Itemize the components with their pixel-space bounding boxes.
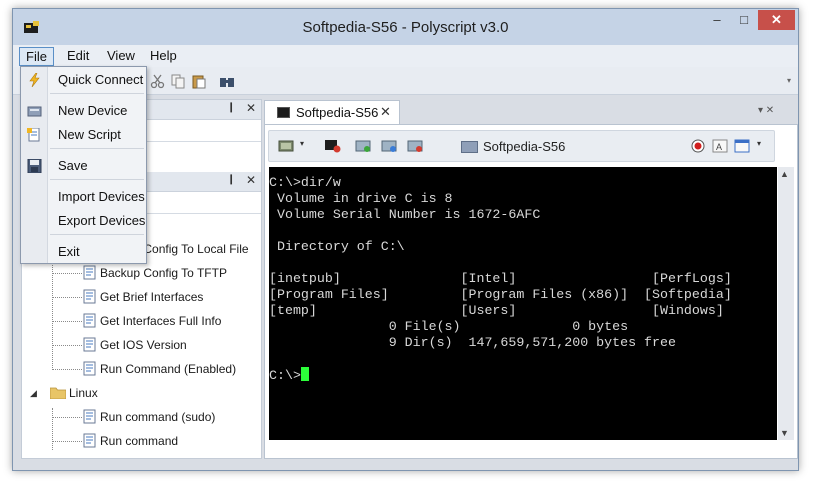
new-script-icon — [27, 128, 40, 142]
lightning-icon — [29, 73, 40, 87]
record-icon[interactable] — [690, 139, 707, 153]
tab-softpedia-s56[interactable]: Softpedia-S56 ✕ — [264, 100, 400, 124]
menu-help[interactable]: Help — [144, 47, 183, 66]
tree-item-brief-interfaces[interactable]: Get Brief Interfaces — [83, 288, 261, 306]
menu-file[interactable]: File — [19, 47, 54, 66]
layout-dropdown-icon[interactable]: ▾ — [757, 139, 761, 148]
menu-item-exit[interactable]: Exit — [21, 241, 146, 263]
script-icon — [83, 361, 96, 376]
session-selector[interactable]: Softpedia-S56 — [459, 137, 667, 157]
terminal-scrollbar[interactable]: ▲ ▼ — [778, 167, 794, 440]
tree-item-ios-version[interactable]: Get IOS Version — [83, 336, 261, 354]
script-icon — [83, 433, 96, 448]
minimize-button[interactable]: – — [704, 10, 730, 30]
connect-dropdown-icon[interactable]: ▾ — [300, 139, 304, 148]
font-icon[interactable]: A — [712, 139, 729, 153]
menu-item-quick-connect[interactable]: Quick Connect — [21, 69, 146, 91]
close-panel-icon[interactable]: ✕ — [246, 173, 256, 187]
terminal-output[interactable]: C:\>dir/w Volume in drive C is 8 Volume … — [269, 167, 777, 440]
terminal-icon — [277, 107, 290, 118]
stop-script-icon[interactable] — [407, 139, 424, 153]
menu-item-new-device[interactable]: New Device — [21, 100, 146, 122]
connect-icon[interactable] — [278, 139, 295, 153]
menu-item-export-devices[interactable]: Export Devices — [21, 210, 146, 232]
menu-item-save[interactable]: Save — [21, 155, 146, 177]
script-icon — [83, 289, 96, 304]
pause-script-icon[interactable] — [381, 139, 398, 153]
tree-item-backup-tftp[interactable]: Backup Config To TFTP — [83, 264, 261, 282]
tree-item-run-command[interactable]: Run command — [83, 432, 261, 450]
menu-item-new-script[interactable]: New Script — [21, 124, 146, 146]
layout-icon[interactable] — [734, 139, 751, 153]
title-bar[interactable]: Softpedia-S56 - Polyscript v3.0 – □ ✕ — [13, 9, 798, 45]
collapse-arrow-icon[interactable]: ◢ — [30, 384, 37, 402]
close-tab-icon[interactable]: ✕ — [380, 104, 391, 120]
script-icon — [83, 313, 96, 328]
scroll-up-icon[interactable]: ▲ — [780, 169, 789, 179]
run-script-icon[interactable] — [355, 139, 372, 153]
tab-list-icon[interactable]: ▾ ✕ — [758, 105, 774, 116]
folder-icon — [50, 387, 66, 399]
copy-icon[interactable] — [170, 73, 186, 89]
document-tab-strip: Softpedia-S56 ✕ ▾ ✕ — [264, 100, 798, 124]
close-panel-icon[interactable]: ✕ — [246, 101, 256, 115]
tree-item-interfaces-full[interactable]: Get Interfaces Full Info — [83, 312, 261, 330]
script-icon — [83, 265, 96, 280]
terminal-prompt: C:\> — [269, 368, 301, 383]
script-icon — [83, 409, 96, 424]
svg-text:A: A — [716, 142, 722, 152]
cut-icon[interactable] — [150, 73, 166, 89]
tree-folder-linux[interactable]: ◢ Linux — [30, 384, 230, 402]
terminal-cursor — [300, 367, 309, 381]
menu-edit[interactable]: Edit — [61, 47, 95, 66]
maximize-button[interactable]: □ — [731, 10, 757, 30]
disconnect-icon[interactable] — [324, 139, 341, 153]
session-toolbar: ▾ Softpedia-S56 A ▾ — [268, 130, 775, 162]
toolbar-overflow-icon[interactable]: ▾ — [781, 73, 797, 89]
close-window-button[interactable]: ✕ — [758, 10, 795, 30]
pin-icon[interactable]: ❙ — [227, 102, 235, 113]
device-icon — [461, 141, 478, 153]
session-document: ▾ Softpedia-S56 A ▾ C:\>dir/w Volume in … — [264, 124, 798, 459]
script-icon — [83, 337, 96, 352]
menu-item-import-devices[interactable]: Import Devices — [21, 186, 146, 208]
pin-icon[interactable]: ❙ — [227, 174, 235, 185]
save-icon — [27, 159, 42, 173]
file-menu-dropdown: Quick Connect New Device New Script Save… — [20, 66, 147, 264]
terminal-prompt-line: C:\> — [269, 367, 777, 383]
new-device-icon — [27, 106, 42, 117]
find-icon[interactable] — [219, 73, 235, 89]
tree-item-run-command-enabled[interactable]: Run Command (Enabled) — [83, 360, 261, 378]
menu-view[interactable]: View — [101, 47, 141, 66]
menu-bar: File Edit View Help — [13, 45, 798, 67]
scroll-down-icon[interactable]: ▼ — [780, 428, 789, 438]
tree-item-run-command-sudo[interactable]: Run command (sudo) — [83, 408, 261, 426]
window-title: Softpedia-S56 - Polyscript v3.0 — [302, 19, 509, 36]
paste-icon[interactable] — [191, 73, 207, 89]
